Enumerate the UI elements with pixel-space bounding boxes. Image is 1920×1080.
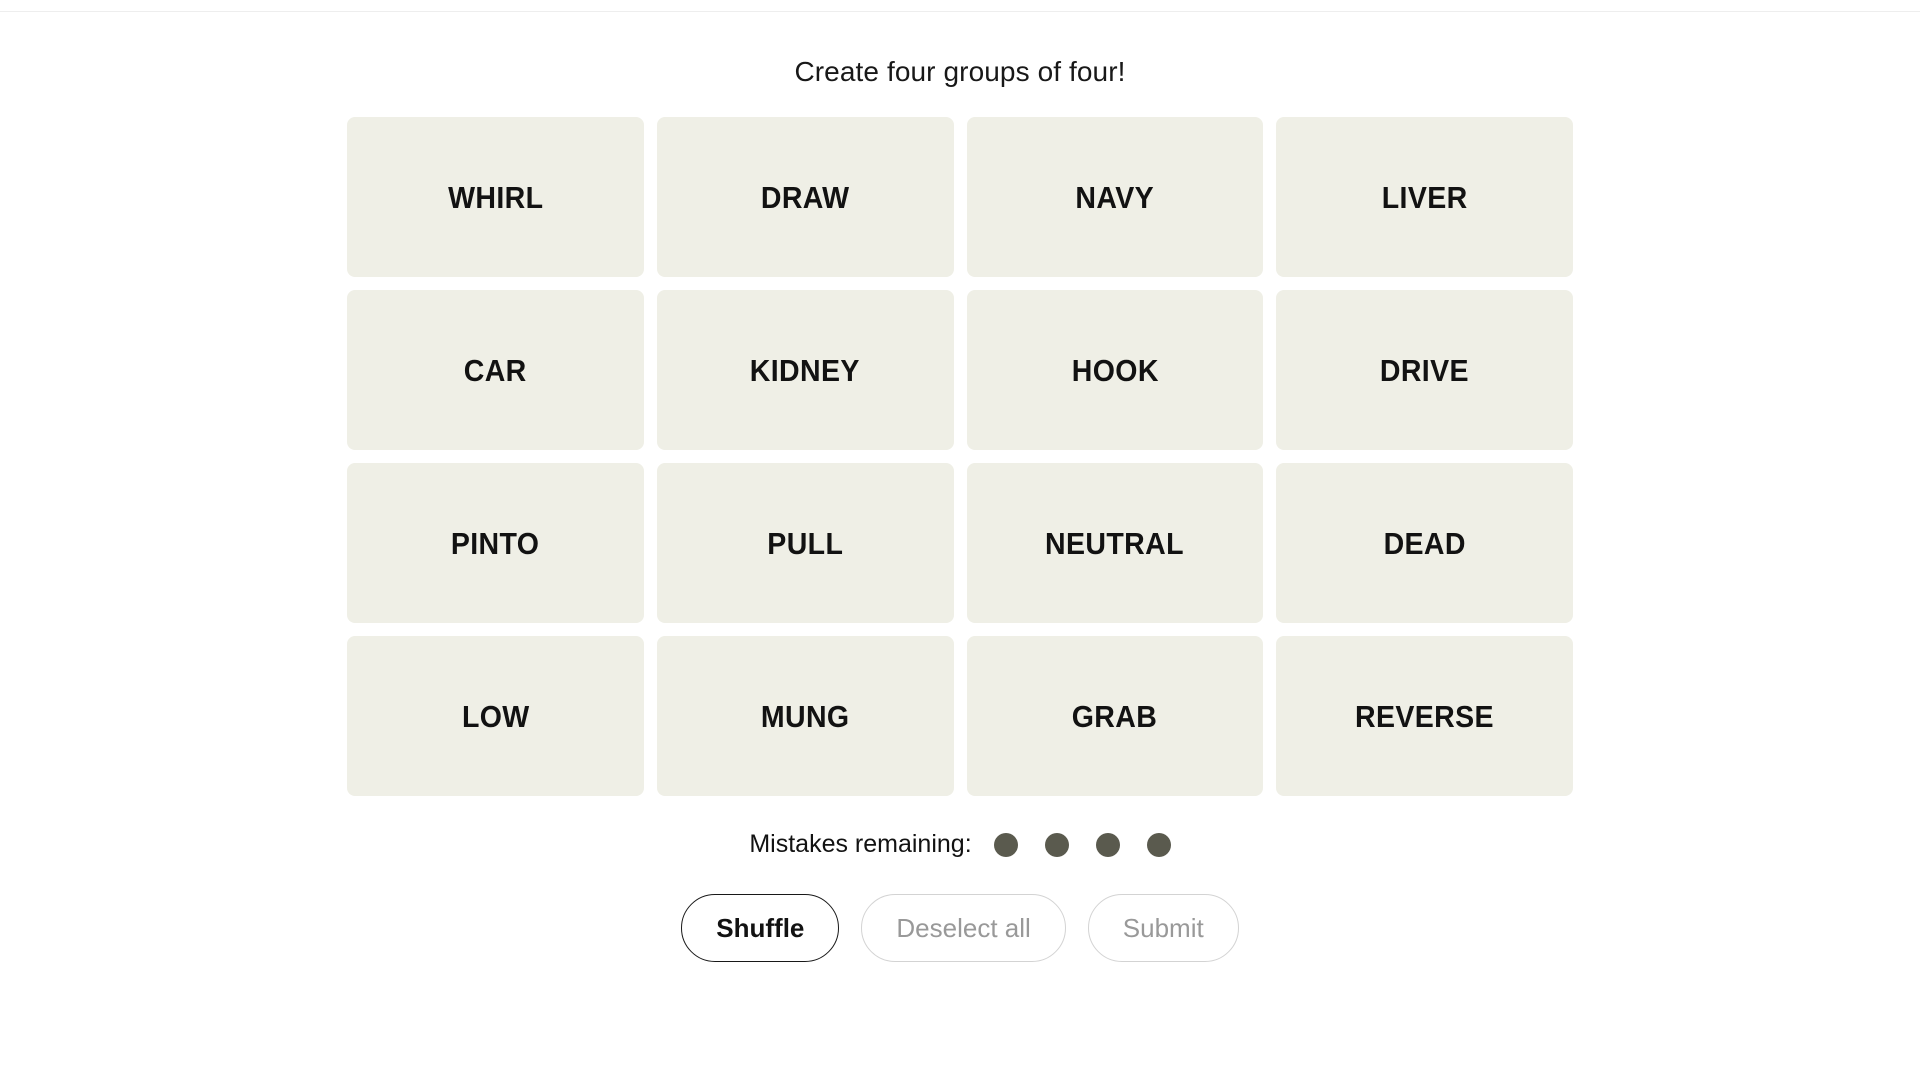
- word-tile-label: GRAB: [1072, 698, 1158, 734]
- word-tile-label: NAVY: [1075, 179, 1155, 215]
- mistakes-remaining-label: Mistakes remaining:: [749, 830, 972, 858]
- word-tile[interactable]: HOOK: [966, 290, 1264, 450]
- control-buttons: Shuffle Deselect all Submit: [681, 894, 1239, 962]
- word-tile[interactable]: PINTO: [347, 463, 644, 623]
- word-tile[interactable]: DRAW: [656, 117, 954, 277]
- word-tile[interactable]: NAVY: [966, 117, 1264, 277]
- word-tile-label: LIVER: [1381, 179, 1468, 215]
- word-tile[interactable]: MUNG: [656, 636, 954, 796]
- word-tile[interactable]: REVERSE: [1276, 636, 1573, 796]
- deselect-all-button[interactable]: Deselect all: [861, 894, 1066, 962]
- word-tile-label: LOW: [461, 698, 530, 734]
- word-tile[interactable]: NEUTRAL: [966, 463, 1264, 623]
- mistake-dot: [1146, 832, 1171, 857]
- word-tile-label: DEAD: [1383, 525, 1466, 561]
- word-tile-label: MUNG: [760, 698, 850, 734]
- word-tile[interactable]: LIVER: [1276, 117, 1573, 277]
- word-tile[interactable]: KIDNEY: [656, 290, 954, 450]
- word-tile-label: DRAW: [760, 179, 850, 215]
- mistakes-remaining: Mistakes remaining:: [749, 830, 1171, 858]
- word-tile-label: HOOK: [1071, 352, 1159, 388]
- shuffle-button[interactable]: Shuffle: [681, 894, 840, 962]
- word-tile-label: CAR: [463, 352, 527, 388]
- submit-button[interactable]: Submit: [1087, 894, 1239, 962]
- mistake-dot: [1095, 832, 1120, 857]
- instruction-text: Create four groups of four!: [794, 56, 1126, 87]
- word-tile[interactable]: WHIRL: [347, 117, 644, 277]
- word-tile-label: WHIRL: [447, 179, 544, 215]
- word-tile[interactable]: LOW: [347, 636, 644, 796]
- word-tile-label: KIDNEY: [750, 352, 861, 388]
- word-tile[interactable]: GRAB: [966, 636, 1264, 796]
- game-container: Create four groups of four! WHIRL DRAW NAV…: [0, 0, 1920, 962]
- word-tile-label: PINTO: [451, 525, 540, 561]
- connections-game-page: Create four groups of four! WHIRL DRAW NAV…: [0, 0, 1920, 1080]
- word-tile[interactable]: CAR: [347, 290, 644, 450]
- word-tile[interactable]: PULL: [656, 463, 954, 623]
- word-tile-label: PULL: [767, 525, 844, 561]
- mistakes-dots: [993, 832, 1171, 857]
- word-tile-label: NEUTRAL: [1045, 525, 1185, 561]
- word-tile-label: DRIVE: [1380, 352, 1470, 388]
- mistake-dot: [993, 832, 1018, 857]
- word-grid: WHIRL DRAW NAVY LIVER CAR KIDNEY HOOK DRIVE PINT…: [347, 117, 1573, 796]
- mistake-dot: [1044, 832, 1069, 857]
- word-tile[interactable]: DEAD: [1276, 463, 1573, 623]
- word-tile[interactable]: DRIVE: [1276, 290, 1573, 450]
- word-tile-label: REVERSE: [1355, 698, 1495, 734]
